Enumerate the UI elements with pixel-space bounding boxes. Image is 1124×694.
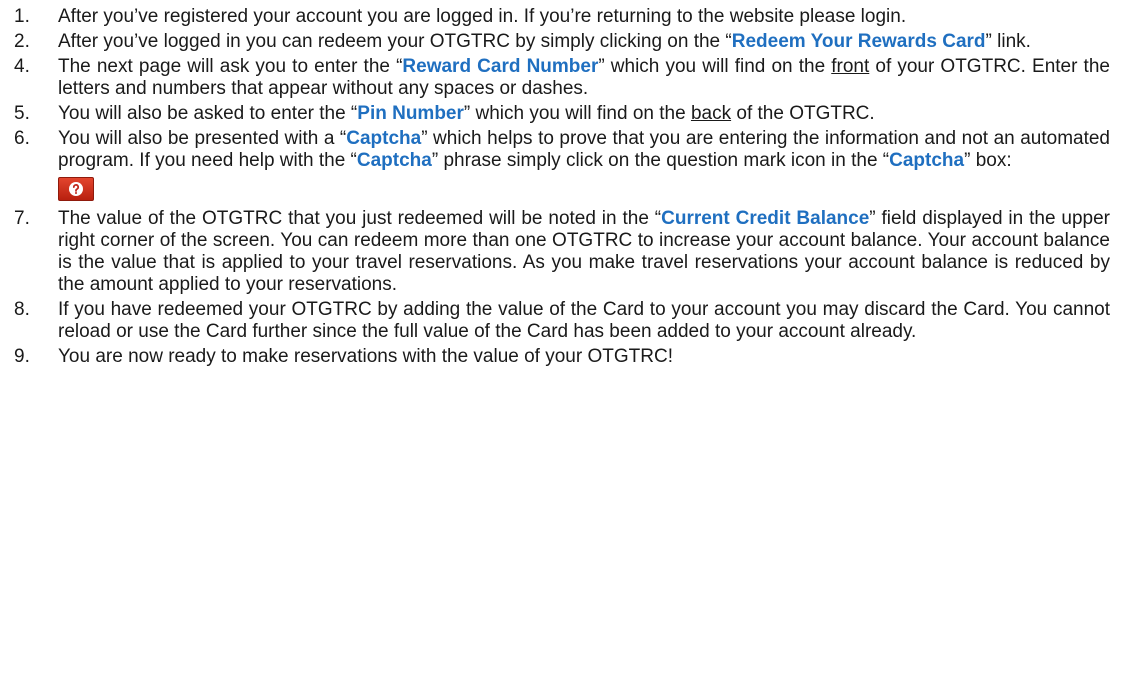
text-segment: After you’ve registered your account you… [58,6,907,27]
list-item-number: 7. [14,208,30,229]
text-segment: ” which you will find on the [463,103,691,124]
highlighted-term: Pin Number [357,103,464,124]
question-mark-icon [58,177,94,201]
text-segment: You will also be presented with a “ [58,128,347,149]
list-item: 5. You will also be asked to enter the “P… [14,103,1110,125]
text-segment: After you’ve logged in you can redeem yo… [58,31,732,52]
list-item-text: After you’ve registered your account you… [58,6,1110,28]
list-item: 7. The value of the OTGTRC that you just … [14,208,1110,296]
list-item: 6. You will also be presented with a “Cap… [14,128,1110,205]
list-item-text: If you have redeemed your OTGTRC by addi… [58,299,1110,343]
list-item: 4. The next page will ask you to enter th… [14,56,1110,100]
list-item-number: 2. [14,31,30,52]
list-item: 8. If you have redeemed your OTGTRC by ad… [14,299,1110,343]
underlined-term: back [690,103,732,124]
highlighted-term: Captcha [889,150,965,171]
list-item-number: 5. [14,103,30,124]
icon-container [58,174,1110,204]
highlighted-term: Reward Card Number [402,56,599,77]
instruction-document: 1. After you’ve registered your account y… [0,0,1124,694]
list-item: 9. You are now ready to make reservations… [14,346,1110,368]
highlighted-term: Current Credit Balance [661,208,870,229]
list-item-body: You are now ready to make reservations w… [58,346,1110,368]
list-item-number: 1. [14,6,30,27]
highlighted-term: Redeem Your Rewards Card [731,31,986,52]
list-item-number: 9. [14,346,30,367]
text-segment: The next page will ask you to enter the … [58,56,403,77]
highlighted-term: Captcha [346,128,422,149]
text-segment: If you have redeemed your OTGTRC by addi… [58,299,1110,342]
list-item-text: The next page will ask you to enter the … [58,56,1110,100]
text-segment: ” phrase simply click on the question ma… [431,150,890,171]
list-item-body: If you have redeemed your OTGTRC by addi… [58,299,1110,343]
list-item-number: 8. [14,299,30,320]
text-segment: The value of the OTGTRC that you just re… [58,208,662,229]
list-item-body: You will also be asked to enter the “Pin… [58,103,1110,125]
list-item-body: After you’ve registered your account you… [58,6,1110,28]
list-item-text: You will also be asked to enter the “Pin… [58,103,1110,125]
list-item-body: After you’ve logged in you can redeem yo… [58,31,1110,53]
list-item-body: The next page will ask you to enter the … [58,56,1110,100]
list-item-number: 4. [14,56,30,77]
highlighted-term: Captcha [356,150,432,171]
instruction-list: 1. After you’ve registered your account y… [14,6,1110,368]
text-segment: ” link. [985,31,1031,52]
list-item-text: After you’ve logged in you can redeem yo… [58,31,1110,53]
underlined-term: front [831,56,870,77]
list-item-body: The value of the OTGTRC that you just re… [58,208,1110,296]
list-item-text: You will also be presented with a “Captc… [58,128,1110,172]
list-item-number: 6. [14,128,30,149]
text-segment: You will also be asked to enter the “ [58,103,358,124]
list-item: 2. After you’ve logged in you can redeem … [14,31,1110,53]
list-item-text: The value of the OTGTRC that you just re… [58,208,1110,296]
text-segment: You are now ready to make reservations w… [58,346,673,367]
text-segment: ” which you will find on the [598,56,832,77]
list-item-text: You are now ready to make reservations w… [58,346,1110,368]
list-item: 1. After you’ve registered your account y… [14,6,1110,28]
text-segment: of the OTGTRC. [731,103,875,124]
text-segment: ” box: [964,150,1012,171]
list-item-body: You will also be presented with a “Captc… [58,128,1110,205]
